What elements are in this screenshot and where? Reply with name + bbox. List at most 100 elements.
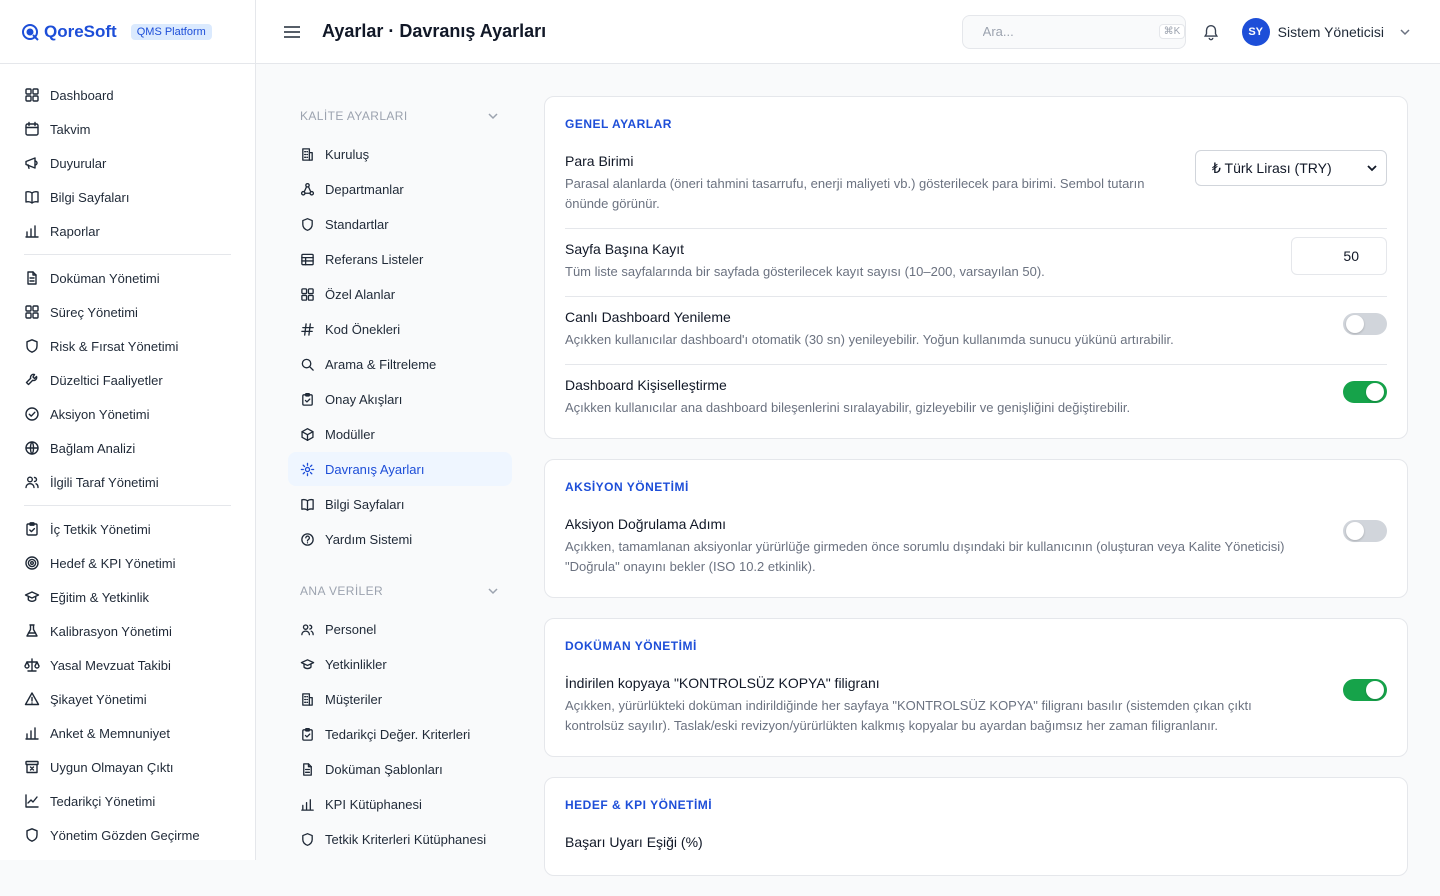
dashboard-customization-toggle[interactable] — [1343, 381, 1387, 403]
bar-chart-icon — [25, 225, 39, 238]
subnav-item-label: Müşteriler — [325, 691, 383, 707]
subnav-item-tedarikci-deger-kriterleri[interactable]: Tedarikçi Değer. Kriterleri — [288, 717, 512, 751]
avatar: SY — [1241, 17, 1270, 46]
table-icon — [301, 253, 314, 265]
sidebar-item-label: Doküman Yönetimi — [50, 270, 160, 286]
sidebar-item-yonetim-gozden-gecirme[interactable]: Yönetim Gözden Geçirme — [24, 818, 231, 852]
search-shortcut: ⌘K — [1158, 24, 1186, 39]
alert-triangle-icon — [24, 692, 40, 706]
action-verification-toggle[interactable] — [1343, 520, 1387, 542]
sidebar-item-duyurular[interactable]: Duyurular — [24, 146, 231, 180]
page-size-input[interactable] — [1291, 237, 1387, 275]
subnav-item-referans-listeler[interactable]: Referans Listeler — [288, 242, 512, 276]
sidebar-item-ilgili-taraf-yonetimi[interactable]: İlgili Taraf Yönetimi — [24, 465, 231, 499]
group-toggle-master-data[interactable]: ANA VERİLER — [288, 571, 512, 611]
sidebar-item-surec-yonetimi[interactable]: Süreç Yönetimi — [24, 295, 231, 329]
bell-icon[interactable] — [1202, 23, 1220, 41]
sidebar-item-uygun-olmayan-cikti[interactable]: Uygun Olmayan Çıktı — [24, 750, 231, 784]
setting-row-currency: Para Birimi Parasal alanlarda (öneri tah… — [565, 141, 1387, 229]
sidebar-item-label: İç Tetkik Yönetimi — [50, 521, 151, 537]
brand-logo[interactable]: QoreSoft — [20, 22, 117, 42]
setting-text: Dashboard Kişiselleştirme Açıkken kullan… — [565, 377, 1343, 418]
card-document-management: DOKÜMAN YÖNETİMİ İndirilen kopyaya "KONT… — [544, 618, 1408, 757]
clipboard-check-icon — [302, 392, 313, 406]
sidebar-item-sikayet-yonetimi[interactable]: Şikayet Yönetimi — [24, 682, 231, 716]
sidebar-item-takvim[interactable]: Takvim — [24, 112, 231, 146]
menu-toggle-icon[interactable] — [282, 22, 302, 42]
group-title-quality-settings: KALİTE AYARLARI — [300, 109, 408, 123]
subnav-item-dokuman-sablonlari[interactable]: Doküman Şablonları — [288, 752, 512, 786]
sidebar-item-label: Anket & Memnuniyet — [50, 725, 170, 741]
search-input[interactable] — [982, 24, 1159, 39]
setting-description: Tüm liste sayfalarında bir sayfada göste… — [565, 264, 1045, 279]
sidebar-item-label: Dashboard — [50, 87, 114, 103]
subnav-item-kurulus[interactable]: Kuruluş — [288, 137, 512, 171]
sidebar-item-anket-memnuniyet[interactable]: Anket & Memnuniyet — [24, 716, 231, 750]
watermark-toggle[interactable] — [1343, 679, 1387, 701]
subnav-item-standartlar[interactable]: Standartlar — [288, 207, 512, 241]
subnav-item-ozel-alanlar[interactable]: Özel Alanlar — [288, 277, 512, 311]
subnav-item-personel[interactable]: Personel — [288, 612, 512, 646]
sidebar-item-label: Tedarikçi Yönetimi — [50, 793, 156, 809]
subnav-item-tetkik-kriterleri-kutuphanesi[interactable]: Tetkik Kriterleri Kütüphanesi — [288, 822, 512, 856]
toggle-knob — [1366, 383, 1384, 401]
bar-chart-icon — [25, 727, 39, 740]
subnav-item-musteriler[interactable]: Müşteriler — [288, 682, 512, 716]
subnav-item-davranis-ayarlari[interactable]: Davranış Ayarları — [288, 452, 512, 486]
setting-description: Açıkken, tamamlanan aksiyonlar yürürlüğe… — [565, 539, 1285, 574]
user-menu[interactable]: SY Sistem Yöneticisi — [1241, 17, 1412, 46]
subnav-item-onay-akislari[interactable]: Onay Akışları — [288, 382, 512, 416]
sidebar-item-tedarikci-yonetimi[interactable]: Tedarikçi Yönetimi — [24, 784, 231, 818]
book-icon — [301, 498, 314, 511]
currency-select[interactable]: ₺ Türk Lirası (TRY) — [1195, 150, 1387, 186]
subnav-item-label: Yardım Sistemi — [325, 531, 413, 547]
sidebar-item-label: Yönetim Gözden Geçirme — [50, 827, 200, 843]
sidebar-item-raporlar[interactable]: Raporlar — [24, 214, 231, 248]
sidebar-item-dashboard[interactable]: Dashboard — [24, 78, 231, 112]
network-icon — [300, 182, 315, 196]
subnav-item-label: Onay Akışları — [325, 391, 403, 407]
setting-label: Sayfa Başına Kayıt — [565, 241, 685, 257]
settings-subnav: KALİTE AYARLARI Kuruluş Departmanlar Stand… — [288, 96, 512, 857]
sidebar-item-label: Aksiyon Yönetimi — [50, 406, 150, 422]
subnav-item-departmanlar[interactable]: Departmanlar — [288, 172, 512, 206]
sidebar-item-kalibrasyon-yonetimi[interactable]: Kalibrasyon Yönetimi — [24, 614, 231, 648]
subnav-item-moduller[interactable]: Modüller — [288, 417, 512, 451]
subnav-item-arama-filtreleme[interactable]: Arama & Filtreleme — [288, 347, 512, 381]
search-box[interactable]: ⌘K — [961, 14, 1186, 49]
setting-row-threshold: Başarı Uyarı Eşiği (%) — [565, 822, 1387, 869]
sidebar-item-baglam-analizi[interactable]: Bağlam Analizi — [24, 431, 231, 465]
subnav-item-label: Kuruluş — [325, 146, 370, 162]
live-dashboard-toggle[interactable] — [1343, 313, 1387, 335]
sidebar-item-dokuman-yonetimi[interactable]: Doküman Yönetimi — [24, 261, 231, 295]
subnav-item-label: Tedarikçi Değer. Kriterleri — [325, 726, 471, 742]
group-toggle-quality-settings[interactable]: KALİTE AYARLARI — [288, 96, 512, 136]
subnav-item-yetkinlikler[interactable]: Yetkinlikler — [288, 647, 512, 681]
megaphone-icon — [25, 157, 38, 169]
quality-settings-list: Kuruluş Departmanlar Standartlar Referans L… — [288, 137, 512, 556]
sidebar-item-hedef-kpi-yonetimi[interactable]: Hedef & KPI Yönetimi — [24, 546, 231, 580]
sidebar-item-egitim-yetkinlik[interactable]: Eğitim & Yetkinlik — [24, 580, 231, 614]
subnav-item-yardim-sistemi[interactable]: Yardım Sistemi — [288, 522, 512, 556]
subnav-item-label: Departmanlar — [325, 181, 404, 197]
sidebar-item-bilgi-sayfalari[interactable]: Bilgi Sayfaları — [24, 180, 231, 214]
subnav-item-bilgi-sayfalari[interactable]: Bilgi Sayfaları — [288, 487, 512, 521]
building-icon — [302, 147, 313, 161]
setting-description: Parasal alanlarda (öneri tahmini tasarru… — [565, 176, 1145, 211]
brand: QoreSoft QMS Platform — [0, 0, 255, 64]
setting-text: İndirilen kopyaya "KONTROLSÜZ KOPYA" fil… — [565, 675, 1343, 736]
subnav-item-kpi-kutuphanesi[interactable]: KPI Kütüphanesi — [288, 787, 512, 821]
sidebar-item-yasal-mevzuat-takibi[interactable]: Yasal Mevzuat Takibi — [24, 648, 231, 682]
subnav-item-kod-onekleri[interactable]: Kod Önekleri — [288, 312, 512, 346]
sidebar-item-ic-tetkik-yonetimi[interactable]: İç Tetkik Yönetimi — [24, 512, 231, 546]
subnav-item-label: Bilgi Sayfaları — [325, 496, 405, 512]
help-circle-icon — [301, 532, 314, 546]
chevron-down-icon — [488, 588, 498, 595]
user-name: Sistem Yöneticisi — [1277, 23, 1384, 40]
sidebar-item-duzeltici-faaliyetler[interactable]: Düzeltici Faaliyetler — [24, 363, 231, 397]
sidebar-item-aksiyon-yonetimi[interactable]: Aksiyon Yönetimi — [24, 397, 231, 431]
toggle-knob — [1366, 681, 1384, 699]
currency-select-value: ₺ Türk Lirası (TRY) — [1212, 159, 1332, 176]
sidebar-item-risk-firsat-yonetimi[interactable]: Risk & Fırsat Yönetimi — [24, 329, 231, 363]
grid-icon — [25, 305, 39, 319]
